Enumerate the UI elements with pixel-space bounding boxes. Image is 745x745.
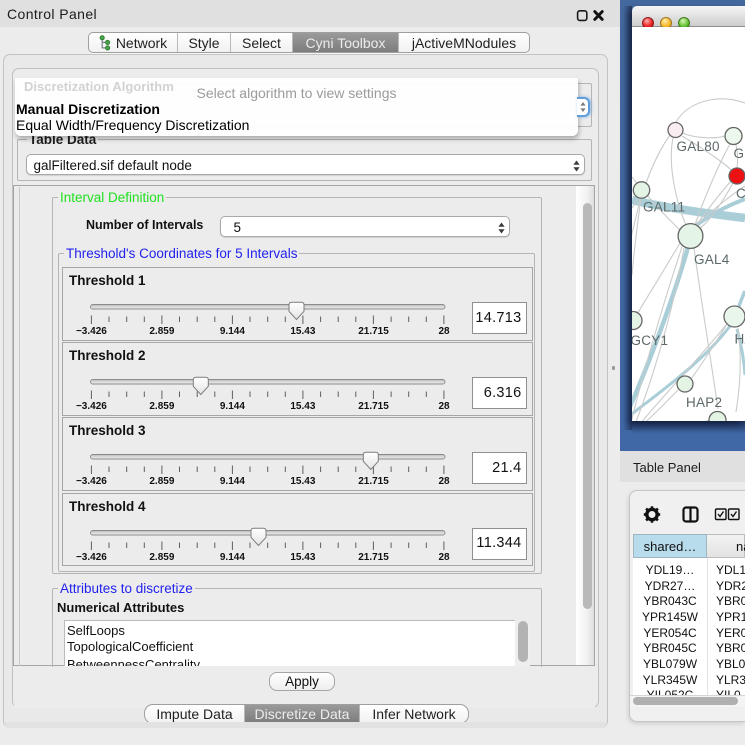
svg-text:2.859: 2.859: [149, 326, 174, 337]
svg-text:21.715: 21.715: [358, 326, 389, 337]
svg-text:28: 28: [438, 401, 450, 412]
svg-text:21.715: 21.715: [358, 552, 389, 563]
svg-text:−3.426: −3.426: [76, 401, 107, 412]
svg-text:28: 28: [438, 552, 450, 563]
svg-text:15.43: 15.43: [290, 552, 315, 563]
svg-text:21.715: 21.715: [358, 476, 389, 487]
svg-text:−3.426: −3.426: [76, 552, 107, 563]
svg-text:2.859: 2.859: [149, 401, 174, 412]
svg-text:28: 28: [438, 476, 450, 487]
svg-text:CY: CY: [736, 186, 745, 201]
svg-text:21.715: 21.715: [358, 401, 389, 412]
svg-text:2.859: 2.859: [149, 476, 174, 487]
svg-text:9.144: 9.144: [220, 401, 245, 412]
svg-text:GAL11: GAL11: [643, 200, 685, 215]
svg-text:GAL80: GAL80: [677, 139, 720, 154]
svg-text:15.43: 15.43: [290, 401, 315, 412]
svg-text:GAL4: GAL4: [694, 252, 730, 267]
svg-text:9.144: 9.144: [220, 326, 245, 337]
svg-text:G.: G.: [734, 146, 745, 161]
svg-text:15.43: 15.43: [290, 326, 315, 337]
svg-text:28: 28: [438, 326, 450, 337]
svg-text:15.43: 15.43: [290, 476, 315, 487]
svg-text:HA: HA: [735, 332, 745, 347]
svg-text:−3.426: −3.426: [76, 326, 107, 337]
svg-text:−3.426: −3.426: [76, 476, 107, 487]
svg-text:9.144: 9.144: [220, 476, 245, 487]
svg-text:2.859: 2.859: [149, 552, 174, 563]
svg-text:HAP2: HAP2: [686, 395, 722, 410]
svg-text:GCY1: GCY1: [632, 333, 668, 348]
svg-text:9.144: 9.144: [220, 552, 245, 563]
